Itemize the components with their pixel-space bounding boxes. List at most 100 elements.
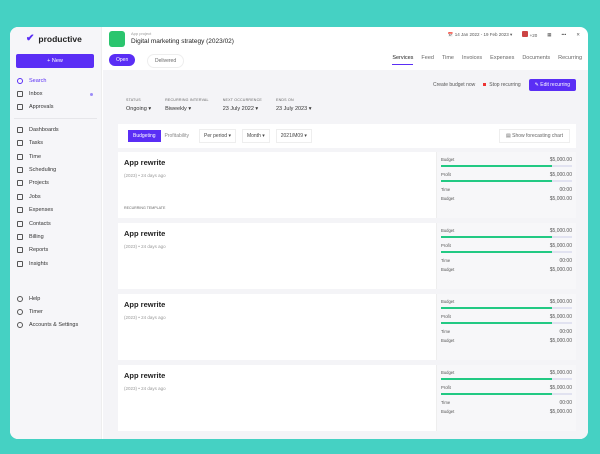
filter-2[interactable]: NEXT OCCURRENCE 23 July 2022 ▾ [223,98,262,112]
month-dropdown[interactable]: Month ▾ [241,129,270,143]
billing-icon [17,233,23,240]
filter-0[interactable]: STATUS Ongoing ▾ [126,98,151,112]
sidebar-item-help[interactable]: Help [10,292,101,305]
sidebar-item-label: Expenses [29,207,54,214]
tab-documents[interactable]: Documents [522,55,550,65]
cart-icon [17,207,23,214]
budget-label: Budget [441,196,455,201]
filter-value: Ongoing ▾ [126,106,152,112]
edit-label: Edit recurring [540,82,570,88]
budget-card[interactable]: App rewrite (2023) • 24 days ago Budget $5… [118,223,576,289]
status-delivered-button[interactable]: Delivered [147,54,185,68]
profit-value: $5,000.00 [549,313,572,320]
sidebar-item-reports[interactable]: Reports [10,244,101,257]
sidebar: ✔ productive + New Search Inbox Approvals Da… [10,27,102,439]
sidebar-item-contacts[interactable]: Contacts [10,217,101,230]
card-title: App rewrite [124,158,166,167]
period-dropdown[interactable]: 2021/M09 ▾ [275,129,312,143]
grid-icon[interactable]: ▦ [547,32,551,38]
time-value: 00:00 [559,399,572,406]
sidebar-item-label: Timer [29,309,43,316]
jobs-icon [17,193,23,200]
stop-recurring-button[interactable]: Stop recurring [483,82,521,88]
date-range-picker[interactable]: 📅 14 Jan 2022 - 19 Feb 2023 ▾ [448,32,512,38]
profit-progress [441,251,572,253]
budget-progress [441,378,572,380]
project-icon [109,31,125,47]
filter-1[interactable]: RECURRING INTERVAL Biweekly ▾ [165,98,209,112]
divider [14,118,97,120]
card-subtitle: (2023) • 24 days ago [124,173,166,178]
sidebar-item-billing[interactable]: Billing [10,230,101,243]
budget-label: Budget [441,338,455,343]
close-icon[interactable]: ✕ [576,32,580,38]
budget-label: Budget [441,370,455,375]
budget-toolbar: Budgeting Profitability Per period ▾ Mon… [118,124,576,148]
filter-3[interactable]: ENDS ON 23 July 2023 ▾ [276,98,311,112]
edit-recurring-button[interactable]: ✎ Edit recurring [528,79,576,91]
account-icon [17,322,23,329]
tab-services[interactable]: Services [392,55,414,65]
sidebar-item-jobs[interactable]: Jobs [10,190,101,203]
forecast-chart-button[interactable]: ▤ Show forecasting chart [499,129,570,143]
card-subtitle: (2023) • 24 days ago [124,386,166,391]
budget-label: Budget [441,267,455,272]
budget-label: Budget [441,157,455,162]
budget-progress [441,307,572,309]
tab-time[interactable]: Time [442,55,454,65]
time-label: Time [441,400,451,405]
sidebar-item-projects[interactable]: Projects [10,177,101,190]
card-title: App rewrite [124,229,166,238]
tab-invoices[interactable]: Invoices [462,55,482,65]
more-icon[interactable]: ••• [561,32,566,37]
sidebar-item-label: Reports [29,247,49,254]
budget-label: Budget [441,228,455,233]
budget-value: $5,000.00 [549,298,572,305]
sidebar-item-label: Scheduling [29,167,57,174]
create-budget-button[interactable]: Create budget now [433,82,475,88]
tab-recurring[interactable]: Recurring [558,55,582,65]
date-range: 14 Jan 2022 - 19 Feb 2023 [454,31,509,37]
per-period-dropdown[interactable]: Per period ▾ [198,129,236,143]
sidebar-item-account[interactable]: Accounts & Settings [10,319,101,332]
productive-logo-icon: ✔ [26,33,35,44]
time-value: 00:00 [559,186,572,193]
new-button[interactable]: + New [16,54,94,68]
filter-value: 23 July 2023 ▾ [275,106,312,112]
tab-profitability[interactable]: Profitability [161,130,193,142]
sidebar-item-approvals[interactable]: Approvals [10,101,101,114]
status-open-button[interactable]: Open [109,54,136,66]
sidebar-item-label: Billing [29,233,44,240]
tab-expenses[interactable]: Expenses [490,55,514,65]
sidebar-item-label: Jobs [29,193,41,200]
sidebar-item-insights[interactable]: Insights [10,257,101,270]
members-button[interactable]: +20 [522,31,537,38]
members-count: +20 [529,33,538,38]
tab-budgeting[interactable]: Budgeting [128,130,161,142]
tasks-icon [17,140,23,147]
budget-value: $5,000.00 [549,369,572,376]
budget-card[interactable]: App rewrite (2023) • 24 days ago Budget $5… [118,365,576,431]
budget-card[interactable]: App rewrite (2023) • 24 days ago Budget $5… [118,294,576,360]
tab-feed[interactable]: Feed [421,55,434,65]
budget-card[interactable]: App rewrite (2023) • 24 days ago RECURRING… [118,152,576,218]
contacts-icon [17,220,23,227]
filter-label: RECURRING INTERVAL [165,98,209,102]
sidebar-item-inbox[interactable]: Inbox [10,87,101,100]
sidebar-item-expenses[interactable]: Expenses [10,204,101,217]
sidebar-item-time[interactable]: Time [10,150,101,163]
forecast-label: Show forecasting chart [512,133,563,139]
profit-progress [441,393,572,395]
sidebar-item-timer[interactable]: Timer [10,305,101,318]
search-icon [17,77,23,84]
sidebar-item-search[interactable]: Search [10,74,101,87]
sidebar-item-label: Accounts & Settings [29,322,79,329]
budget-progress [441,236,572,238]
time-label: Time [441,187,451,192]
sidebar-item-dashboards[interactable]: Dashboards [10,123,101,136]
sidebar-item-scheduling[interactable]: Scheduling [10,163,101,176]
sidebar-item-tasks[interactable]: Tasks [10,137,101,150]
time-value: 00:00 [559,257,572,264]
profit-label: Profit [441,172,451,177]
sidebar-item-label: Projects [29,180,49,187]
